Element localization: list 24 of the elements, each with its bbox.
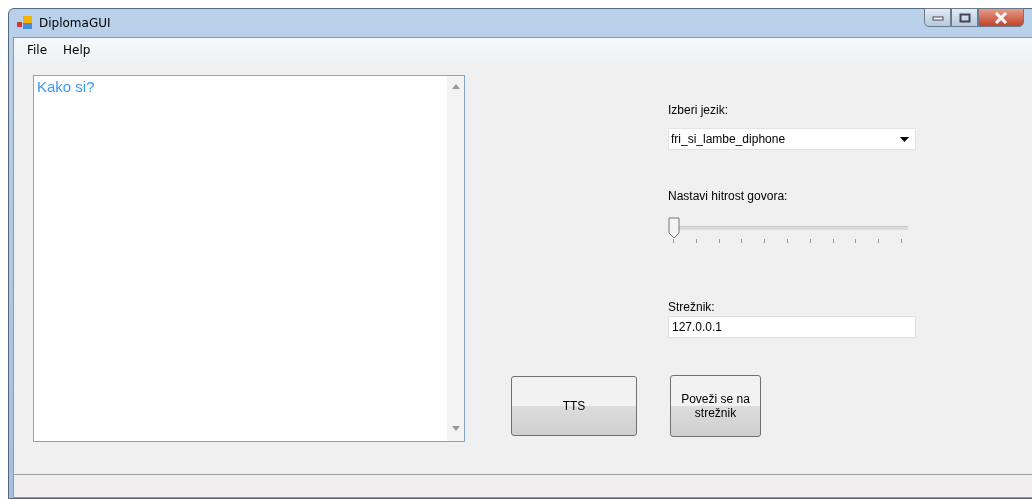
tts-button[interactable]: TTS — [511, 376, 637, 436]
minimize-icon — [931, 14, 944, 21]
connect-button[interactable]: Poveži se na strežnik — [670, 375, 761, 437]
speed-label: Nastavi hitrost govora: — [668, 189, 788, 203]
minimize-button[interactable] — [924, 8, 951, 27]
app-icon — [17, 16, 33, 30]
speed-slider[interactable] — [668, 215, 908, 245]
language-label: Izberi jezik: — [668, 103, 729, 117]
text-value: Kako si? — [36, 77, 96, 95]
window-title: DiplomaGUI — [39, 16, 111, 30]
server-label: Strežnik: — [668, 300, 715, 314]
close-icon — [994, 11, 1008, 24]
menu-item[interactable]: File — [20, 41, 55, 59]
scroll-down-icon — [451, 426, 460, 431]
caret-icon — [900, 136, 909, 142]
language-dropdown[interactable]: fri_si_lambe_diphone — [668, 128, 916, 150]
server-field[interactable]: 127.0.0.1 — [668, 316, 916, 338]
maximize-button[interactable] — [951, 8, 978, 27]
maximize-icon — [958, 12, 971, 23]
scroll-up-icon — [451, 84, 460, 89]
menu-item[interactable]: Help — [56, 41, 98, 59]
close-button[interactable] — [978, 8, 1024, 27]
slider-thumb[interactable] — [668, 217, 680, 239]
scrollbar[interactable] — [447, 76, 464, 441]
